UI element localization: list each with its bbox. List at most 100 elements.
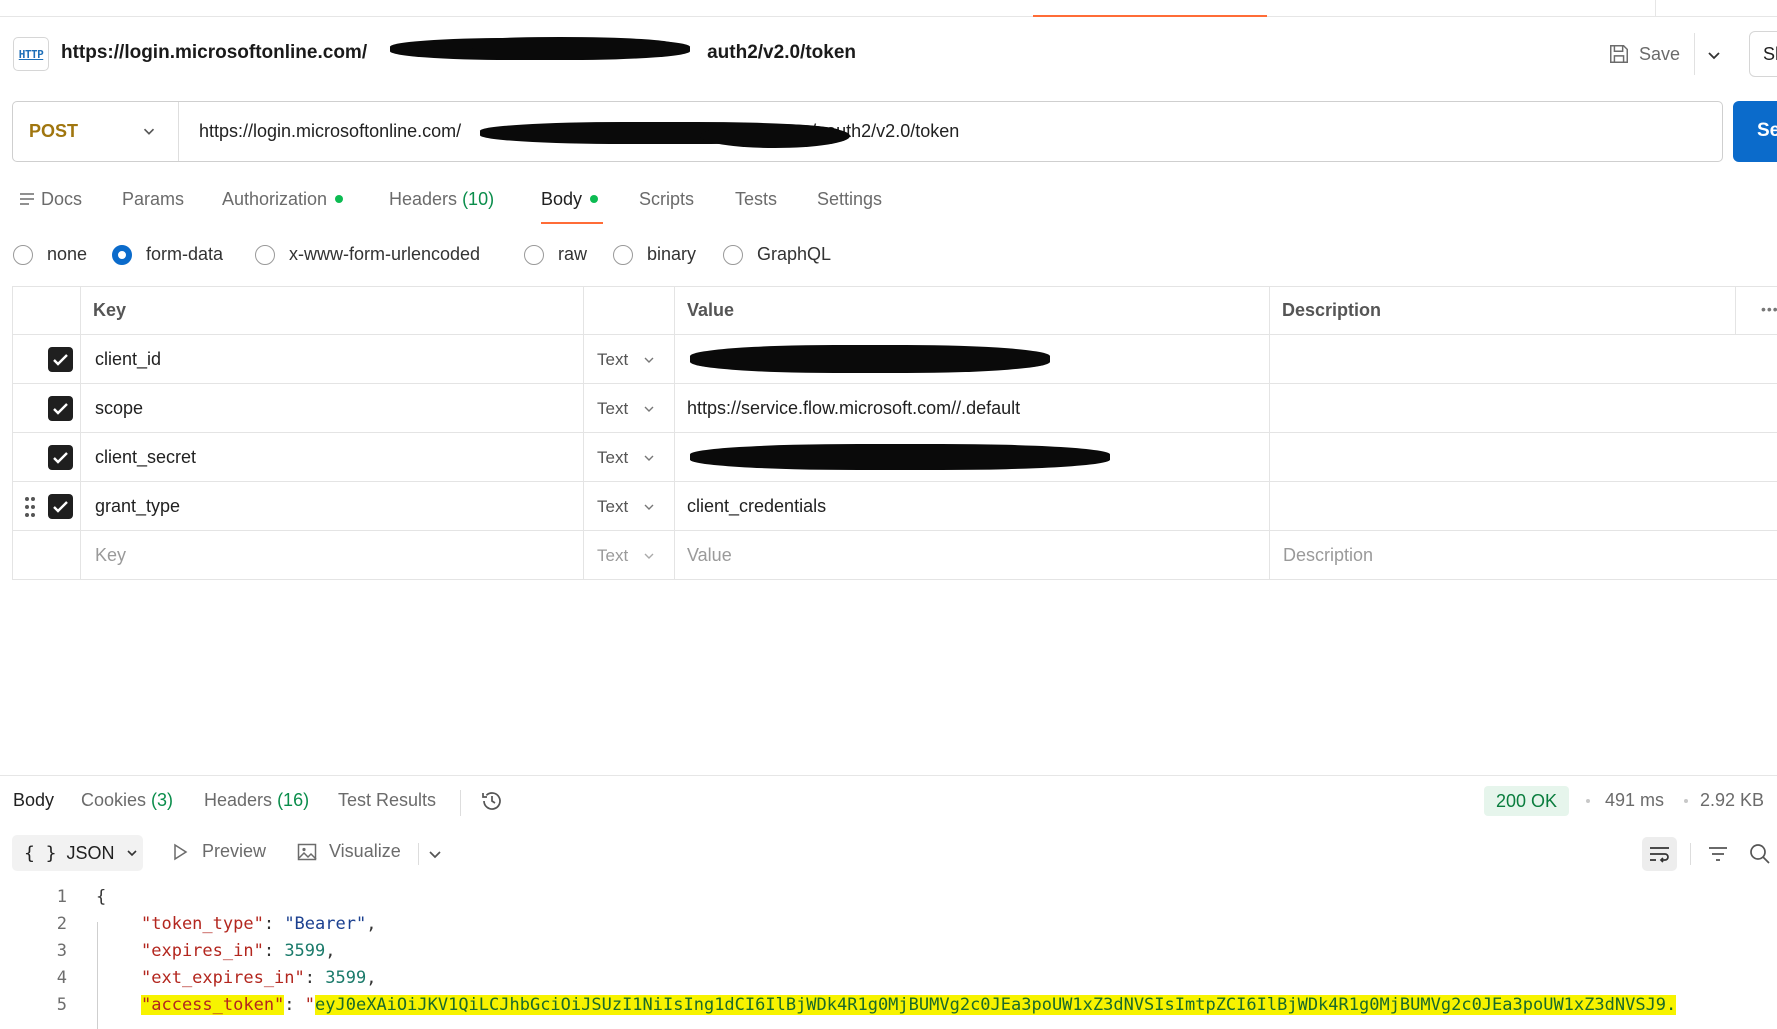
checkmark-icon bbox=[53, 452, 68, 464]
share-button[interactable]: Sh bbox=[1749, 31, 1777, 77]
method-select[interactable]: POST bbox=[13, 102, 179, 161]
status-dot bbox=[335, 195, 344, 203]
code-text: "expires_in": 3599, bbox=[141, 941, 336, 961]
row-checkbox[interactable] bbox=[48, 445, 73, 470]
radio-none[interactable]: none bbox=[13, 244, 87, 265]
type-select[interactable]: Text bbox=[597, 482, 656, 531]
chevron-down-icon bbox=[644, 504, 654, 510]
filter-icon[interactable] bbox=[1706, 842, 1730, 866]
send-button[interactable]: Se bbox=[1733, 101, 1777, 162]
radio-x-www-form-urlencoded[interactable]: x-www-form-urlencoded bbox=[255, 244, 480, 265]
response-tab-headers[interactable]: Headers (16) bbox=[204, 790, 309, 811]
tab-label: Docs bbox=[41, 189, 83, 209]
param-value[interactable]: client_credentials bbox=[687, 482, 826, 530]
json-key: "expires_in" bbox=[141, 941, 264, 961]
tab-label: Headers bbox=[204, 790, 273, 810]
tab-count: (3) bbox=[151, 790, 174, 810]
preview-button[interactable]: Preview bbox=[170, 841, 266, 862]
type-label: Text bbox=[597, 545, 629, 565]
separator-dot bbox=[1586, 799, 1590, 803]
param-key[interactable]: client_id bbox=[95, 335, 161, 383]
code-line: 1 { bbox=[0, 884, 1777, 911]
chevron-down-icon[interactable] bbox=[425, 844, 445, 864]
chevron-down-icon bbox=[126, 850, 137, 857]
tab-strip-divider bbox=[1655, 0, 1656, 17]
row-checkbox[interactable] bbox=[48, 494, 73, 519]
type-select[interactable]: Text bbox=[597, 384, 656, 433]
chevron-down-icon bbox=[644, 406, 654, 412]
status-badge: 200 OK bbox=[1484, 786, 1570, 816]
tab-body[interactable]: Body bbox=[541, 189, 599, 210]
request-title-suffix: auth2/v2.0/token bbox=[707, 42, 856, 63]
url-bar: POST https://login.microsoftonline.com//… bbox=[12, 101, 1723, 162]
radio-label: GraphQL bbox=[757, 244, 832, 264]
radio-circle bbox=[723, 244, 743, 265]
format-label: JSON bbox=[66, 842, 115, 863]
tab-scripts[interactable]: Scripts bbox=[639, 189, 694, 210]
type-select[interactable]: Text bbox=[597, 531, 656, 580]
radio-label: binary bbox=[647, 244, 697, 264]
radio-label: form-data bbox=[146, 244, 224, 264]
wrap-lines-icon bbox=[1650, 847, 1669, 863]
type-select[interactable]: Text bbox=[597, 335, 656, 384]
radio-label: none bbox=[47, 244, 88, 264]
tab-settings[interactable]: Settings bbox=[817, 189, 882, 210]
response-body-editor[interactable]: 1 { 2 "token_type": "Bearer", 3 "expires… bbox=[0, 884, 1777, 1029]
checkmark-icon bbox=[53, 403, 68, 415]
type-select[interactable]: Text bbox=[597, 433, 656, 482]
visualize-button[interactable]: Visualize bbox=[297, 841, 401, 862]
preview-label: Preview bbox=[202, 841, 267, 861]
row-checkbox[interactable] bbox=[48, 396, 73, 421]
radio-graphql[interactable]: GraphQL bbox=[723, 244, 831, 265]
line-number: 1 bbox=[56, 887, 67, 907]
row-checkbox[interactable] bbox=[48, 347, 73, 372]
code-line: 4 "ext_expires_in": 3599, bbox=[0, 965, 1777, 992]
radio-raw[interactable]: raw bbox=[524, 244, 587, 265]
form-data-table: Key Value Description ••• client_id Text… bbox=[12, 286, 1777, 580]
response-tab-cookies[interactable]: Cookies (3) bbox=[81, 790, 173, 811]
response-size: 2.92 KB bbox=[1700, 790, 1765, 810]
param-key[interactable]: client_secret bbox=[95, 433, 196, 481]
chevron-down-icon bbox=[644, 455, 654, 461]
chevron-down-icon bbox=[143, 128, 155, 135]
format-select[interactable]: { } JSON bbox=[12, 835, 143, 871]
table-row: scope Text https://service.flow.microsof… bbox=[12, 384, 1777, 433]
wrap-lines-button[interactable] bbox=[1642, 837, 1677, 871]
save-button[interactable]: Save bbox=[1608, 39, 1680, 69]
tab-label: Test Results bbox=[338, 790, 437, 810]
code-line: 5 "access_token": "eyJ0eXAiOiJKV1QiLCJhb… bbox=[0, 992, 1777, 1019]
param-key[interactable]: grant_type bbox=[95, 482, 180, 530]
tab-headers[interactable]: Headers (10) bbox=[389, 189, 494, 210]
tab-authorization[interactable]: Authorization bbox=[222, 189, 344, 210]
response-tab-test-results[interactable]: Test Results bbox=[338, 790, 436, 811]
chevron-down-icon bbox=[644, 553, 654, 559]
code-text: { bbox=[96, 887, 107, 907]
status-text: 200 OK bbox=[1496, 790, 1558, 811]
redaction-mark bbox=[690, 444, 1110, 470]
drag-handle-icon[interactable] bbox=[24, 496, 36, 518]
response-tab-body[interactable]: Body bbox=[13, 790, 54, 811]
radio-form-data[interactable]: form-data bbox=[112, 244, 223, 265]
tab-params[interactable]: Params bbox=[122, 189, 184, 210]
tab-label: Body bbox=[13, 790, 55, 810]
tab-docs[interactable]: Docs bbox=[19, 189, 82, 210]
param-value[interactable]: https://service.flow.microsoft.com//.def… bbox=[687, 384, 1020, 432]
chevron-down-icon[interactable] bbox=[1704, 45, 1724, 65]
braces-icon: { } bbox=[24, 842, 57, 864]
toolbar-separator bbox=[460, 790, 461, 816]
type-label: Text bbox=[597, 349, 629, 369]
tab-tests[interactable]: Tests bbox=[735, 189, 777, 210]
more-options-icon[interactable]: ••• bbox=[1761, 301, 1777, 317]
radio-label: x-www-form-urlencoded bbox=[289, 244, 481, 264]
new-value-input[interactable]: Value bbox=[687, 531, 732, 579]
new-description-input[interactable]: Description bbox=[1283, 531, 1373, 579]
redaction-mark bbox=[700, 124, 850, 148]
new-key-input[interactable]: Key bbox=[95, 531, 126, 579]
radio-binary[interactable]: binary bbox=[613, 244, 696, 265]
history-icon[interactable] bbox=[479, 788, 505, 814]
code-text: "token_type": "Bearer", bbox=[141, 914, 377, 934]
search-icon[interactable] bbox=[1748, 842, 1772, 866]
param-key[interactable]: scope bbox=[95, 384, 143, 432]
redaction-mark bbox=[690, 345, 1050, 373]
separator-dot bbox=[1684, 799, 1688, 803]
